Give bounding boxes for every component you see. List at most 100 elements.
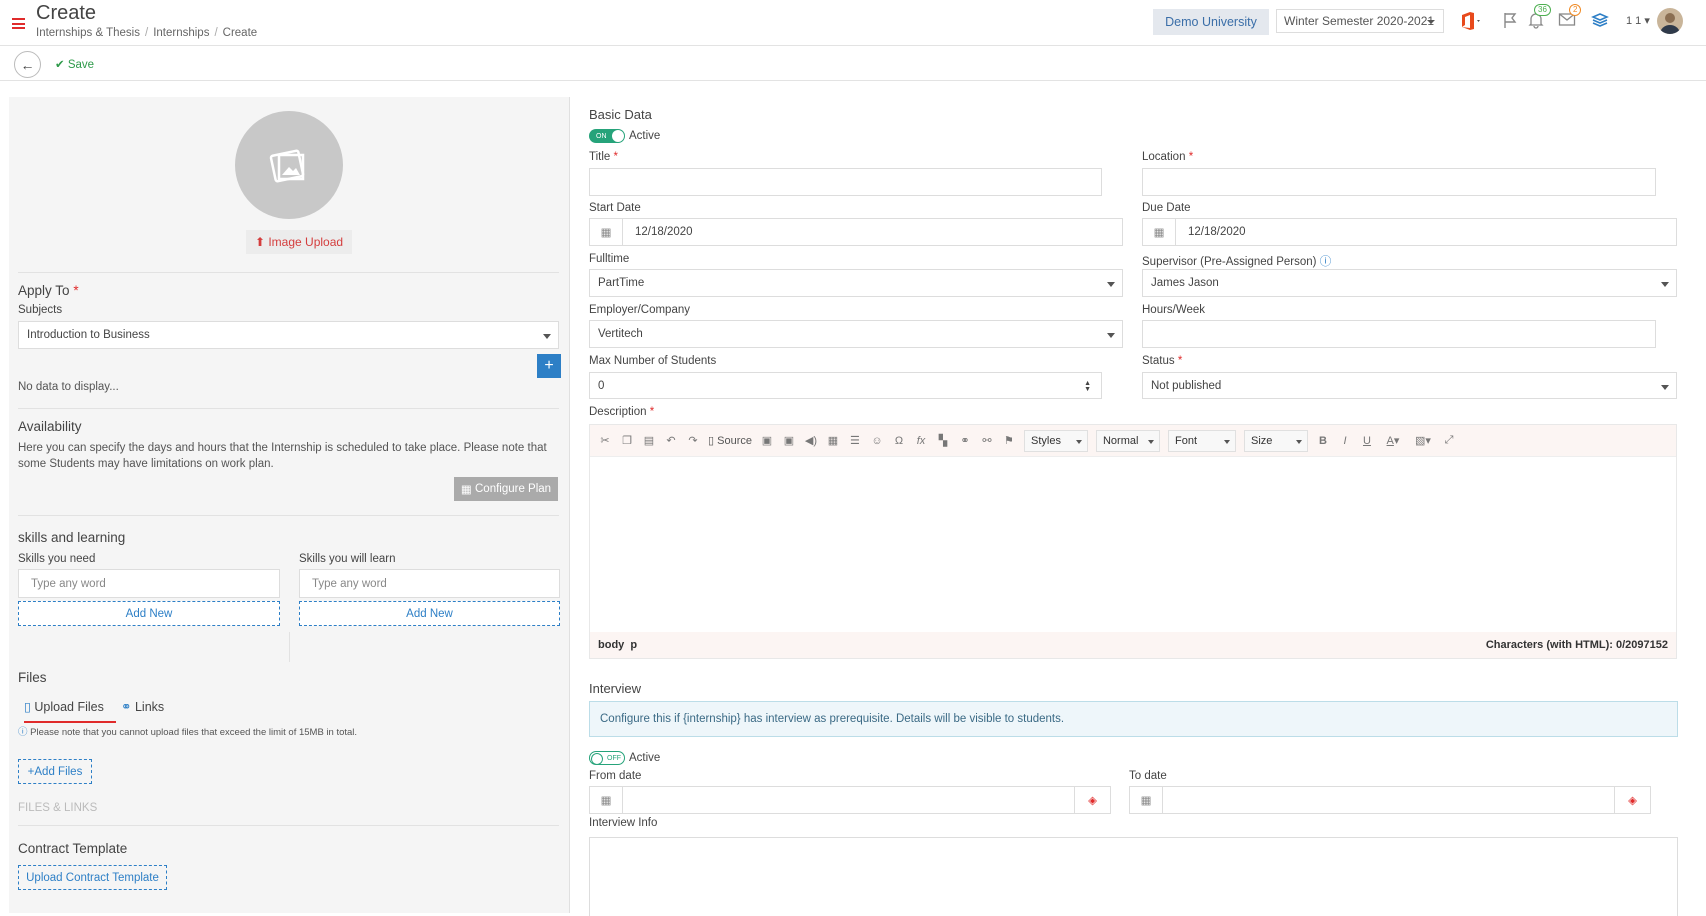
to-date-input[interactable]: ▦ ◈: [1129, 786, 1651, 814]
link-icon[interactable]: ⚭: [958, 434, 972, 448]
description-label-text: Description: [589, 406, 647, 418]
image-upload-button[interactable]: ⬆ Image Upload: [246, 230, 352, 254]
formula-icon[interactable]: fx: [914, 434, 928, 448]
bold-icon[interactable]: B: [1316, 434, 1330, 448]
info-icon[interactable]: ⓘ: [1320, 256, 1332, 268]
flag-icon[interactable]: [1502, 11, 1518, 32]
description-editor[interactable]: ✂ ❐ ▤ ↶ ↷ ▯ Source ▣ ▣ ◀) ▦ ☰ ☺ Ω fx ▚ ⚭…: [589, 424, 1677, 659]
calendar-icon[interactable]: ▦: [1143, 219, 1176, 245]
calendar-icon[interactable]: ▦: [590, 787, 623, 813]
spinner-icon[interactable]: ▲ ▼: [1084, 380, 1091, 393]
office-icon[interactable]: [1460, 11, 1482, 34]
save-button[interactable]: ✔ Save: [55, 57, 94, 71]
files-links-label: FILES & LINKS: [18, 802, 98, 814]
page-title: Create: [36, 2, 97, 24]
university-button[interactable]: Demo University: [1153, 9, 1269, 35]
styles-select[interactable]: Styles: [1023, 429, 1088, 452]
add-files-button[interactable]: + Add Files: [18, 759, 92, 784]
format-select[interactable]: Normal: [1095, 429, 1160, 452]
files-note: ⓘ Please note that you cannot upload fil…: [18, 725, 357, 741]
element-path[interactable]: body p: [598, 639, 637, 651]
calendar-icon[interactable]: ▦: [590, 219, 623, 245]
eraser-icon[interactable]: ◈: [1614, 787, 1650, 813]
font-select[interactable]: Font: [1167, 429, 1236, 452]
messages-badge: 2: [1569, 4, 1582, 16]
audio-icon[interactable]: ◀): [804, 434, 818, 448]
image2-icon[interactable]: ▣: [782, 434, 796, 448]
cut-icon[interactable]: ✂: [598, 434, 612, 448]
fulltime-select[interactable]: PartTime: [589, 269, 1123, 297]
user-menu[interactable]: 1 1 ▾: [1626, 14, 1650, 27]
add-subject-button[interactable]: +: [537, 354, 561, 378]
source-button[interactable]: ▯ Source: [708, 434, 752, 447]
upload-contract-button[interactable]: Upload Contract Template: [18, 865, 167, 890]
bell-icon[interactable]: 36: [1527, 4, 1551, 32]
eraser-icon[interactable]: ◈: [1074, 787, 1110, 813]
breadcrumb-item[interactable]: Internships & Thesis: [36, 27, 140, 39]
description-label: Description *: [589, 406, 655, 418]
supervisor-select[interactable]: James Jason: [1142, 269, 1677, 297]
text-color-icon[interactable]: A ▾: [1382, 434, 1404, 448]
interview-info-textarea[interactable]: [589, 837, 1678, 916]
undo-icon[interactable]: ↶: [664, 434, 678, 448]
smiley-icon[interactable]: ☺: [870, 434, 884, 448]
anchor-flag-icon[interactable]: ⚑: [1002, 434, 1016, 448]
styles-value: Styles: [1030, 434, 1061, 447]
image-placeholder[interactable]: [235, 111, 343, 219]
italic-icon[interactable]: I: [1338, 434, 1352, 448]
from-date-label: From date: [589, 770, 642, 782]
active-toggle[interactable]: ON: [589, 129, 625, 143]
omega-icon[interactable]: Ω: [892, 434, 906, 448]
basic-data-title: Basic Data: [589, 107, 652, 122]
start-date-input[interactable]: ▦ 12/18/2020: [589, 218, 1123, 246]
status-select[interactable]: Not published: [1142, 372, 1677, 399]
title-input[interactable]: [589, 168, 1102, 196]
blocks-icon[interactable]: ▚: [936, 434, 950, 448]
tab-upload-files[interactable]: ▯ Upload Files: [24, 699, 116, 723]
skills-need-placeholder: Type any word: [31, 577, 106, 590]
editor-footer: body p Characters (with HTML): 0/2097152: [590, 632, 1676, 658]
layers-icon[interactable]: [1591, 11, 1609, 32]
files-title: Files: [18, 670, 47, 685]
location-input[interactable]: [1142, 168, 1656, 196]
paste-icon[interactable]: ▤: [642, 434, 656, 448]
table-icon[interactable]: ▦: [826, 434, 840, 448]
bg-color-icon[interactable]: ▧▾: [1412, 434, 1434, 448]
interview-active-toggle[interactable]: OFF: [589, 751, 625, 765]
mail-icon[interactable]: 2: [1558, 4, 1582, 30]
add-skill-need-button[interactable]: Add New: [18, 601, 280, 626]
subjects-select[interactable]: Introduction to Business: [18, 321, 559, 349]
menu-icon[interactable]: [12, 18, 25, 29]
calendar-icon[interactable]: ▦: [1130, 787, 1163, 813]
configure-plan-button[interactable]: ▦ Configure Plan: [454, 477, 558, 501]
fulltime-value: PartTime: [598, 277, 645, 289]
source-icon: ▯: [708, 435, 715, 447]
horizontal-line-icon[interactable]: ☰: [848, 434, 862, 448]
redo-icon[interactable]: ↷: [686, 434, 700, 448]
max-students-label: Max Number of Students: [589, 355, 717, 367]
max-students-input[interactable]: 0 ▲ ▼: [589, 372, 1102, 399]
due-date-input[interactable]: ▦ 12/18/2020: [1142, 218, 1677, 246]
add-skill-learn-button[interactable]: Add New: [299, 601, 560, 626]
contract-title: Contract Template: [18, 841, 128, 856]
semester-select[interactable]: Winter Semester 2020-2021: [1276, 9, 1444, 33]
back-button[interactable]: ←: [14, 51, 41, 78]
action-bar: ← ✔ Save: [0, 47, 1706, 81]
link-icon: ⚭: [121, 700, 132, 714]
tab-links[interactable]: ⚭ Links: [121, 699, 164, 714]
breadcrumb-item[interactable]: Internships: [153, 27, 209, 39]
size-select[interactable]: Size: [1243, 429, 1308, 452]
copy-icon[interactable]: ❐: [620, 434, 634, 448]
skills-need-label: Skills you need: [18, 553, 96, 565]
underline-icon[interactable]: U: [1360, 434, 1374, 448]
avatar[interactable]: [1657, 8, 1683, 34]
maximize-icon[interactable]: ⤢: [1442, 434, 1456, 448]
hours-input[interactable]: [1142, 320, 1656, 348]
from-date-input[interactable]: ▦ ◈: [589, 786, 1111, 814]
employer-select[interactable]: Vertitech: [589, 320, 1123, 348]
image-icon[interactable]: ▣: [760, 434, 774, 448]
skills-learn-input[interactable]: Type any word: [299, 569, 560, 598]
skills-need-input[interactable]: Type any word: [18, 569, 280, 598]
max-students-value: 0: [598, 379, 605, 392]
unlink-icon[interactable]: ⚯: [980, 434, 994, 448]
